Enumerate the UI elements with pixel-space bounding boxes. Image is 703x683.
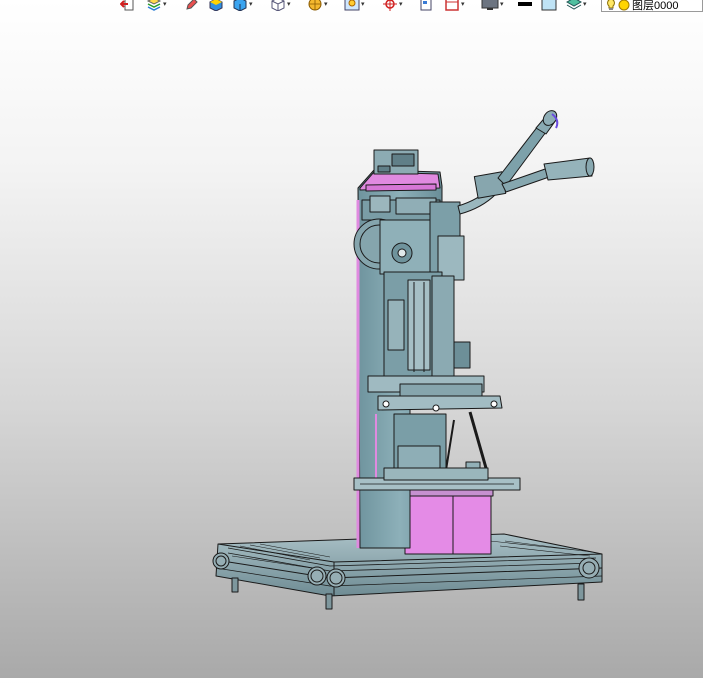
handle-arms <box>457 110 595 215</box>
target-icon[interactable]: ▾ <box>382 0 403 12</box>
fill-color-swatch[interactable] <box>541 0 557 12</box>
monitor-icon[interactable]: ▾ <box>481 0 504 12</box>
layers-icon[interactable]: ▾ <box>566 0 587 12</box>
3d-viewport[interactable] <box>0 14 703 678</box>
pencil-icon[interactable] <box>184 0 198 12</box>
lightbulb-frame-icon[interactable]: ▾ <box>344 0 365 12</box>
wireframe-cube-icon[interactable]: ▾ <box>270 0 291 12</box>
box-color-icon[interactable] <box>208 0 224 12</box>
sphere-icon[interactable]: ▾ <box>307 0 328 12</box>
lightbulb-icon[interactable] <box>606 0 616 11</box>
frame-icon[interactable]: ▾ <box>444 0 465 12</box>
layer-stack-icon[interactable]: ▾ <box>146 0 167 12</box>
solid-cube-icon[interactable]: ▾ <box>232 0 253 12</box>
line-color-swatch[interactable] <box>517 0 533 12</box>
toolbar: ▾ ▾ ▾ ▾ ▾ ▾ ▾ ▾ ▾ 图层0000 <box>0 0 703 14</box>
pink-block <box>402 486 494 555</box>
exit-icon[interactable] <box>120 0 134 12</box>
ram-mechanism <box>367 271 503 412</box>
layer-name: 图层0000 <box>632 0 679 12</box>
machine-model <box>212 110 603 610</box>
page-icon[interactable] <box>419 0 433 12</box>
layer-selector[interactable]: 图层0000 <box>601 0 703 12</box>
sun-icon[interactable] <box>618 0 630 11</box>
